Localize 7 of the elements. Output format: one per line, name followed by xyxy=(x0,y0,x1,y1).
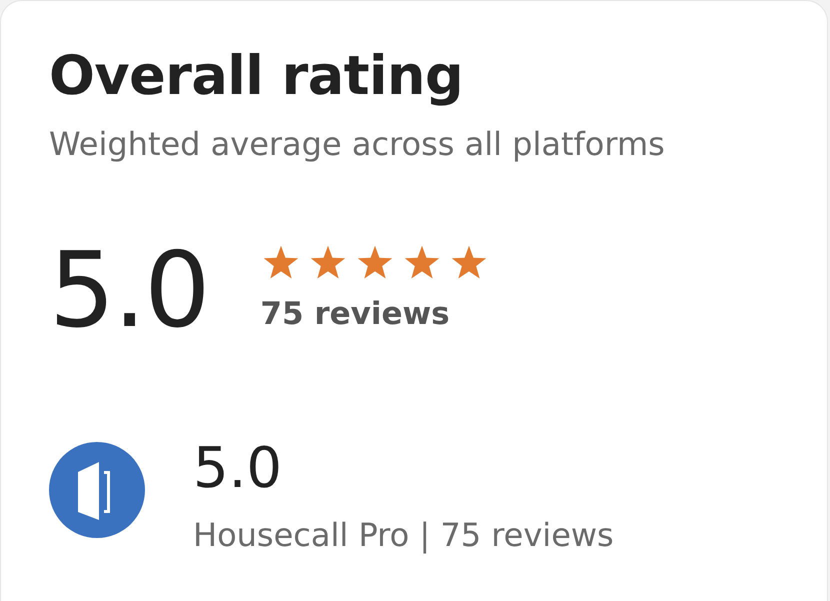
card-subtitle: Weighted average across all platforms xyxy=(49,124,666,164)
platform-reviews: Housecall Pro | 75 reviews xyxy=(193,515,614,556)
platform-score: 5.0 xyxy=(193,436,284,502)
review-count: 75 reviews xyxy=(260,296,451,333)
overall-score: 5.0 xyxy=(49,238,208,342)
platform-logo-icon xyxy=(49,442,145,538)
card-title: Overall rating xyxy=(49,44,464,109)
